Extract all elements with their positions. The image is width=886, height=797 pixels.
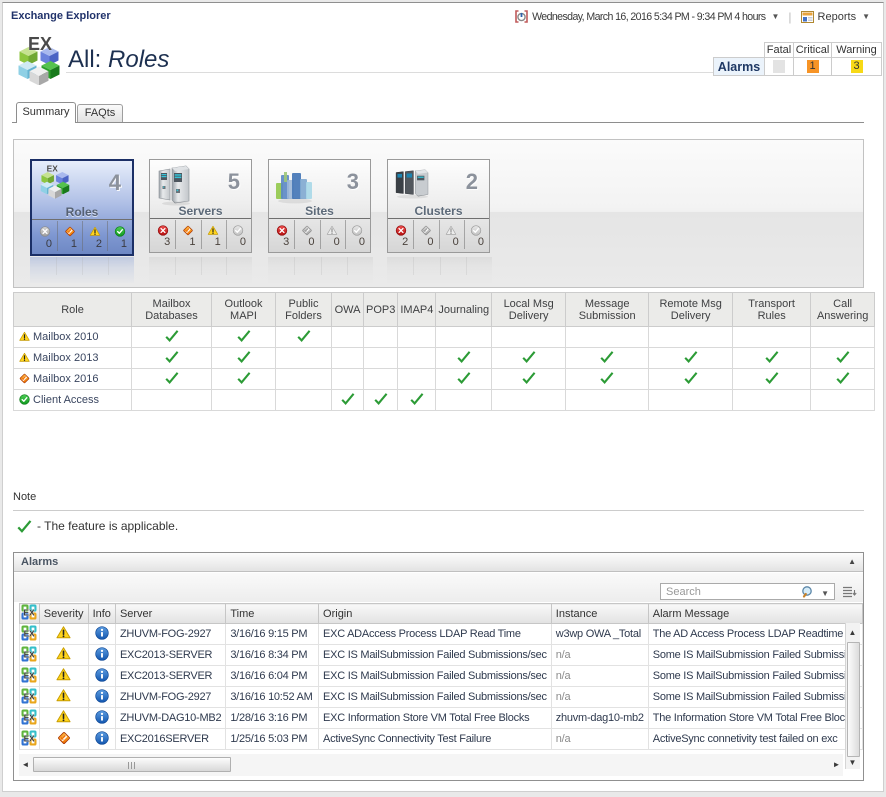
svg-text:EX: EX bbox=[24, 691, 35, 701]
svg-text:EX: EX bbox=[47, 163, 59, 173]
svg-text:EX: EX bbox=[24, 712, 35, 722]
svg-text:EX: EX bbox=[24, 608, 36, 618]
svg-text:EX: EX bbox=[24, 649, 35, 659]
svg-text:EX: EX bbox=[28, 35, 52, 54]
svg-text:EX: EX bbox=[24, 670, 35, 680]
svg-text:EX: EX bbox=[24, 733, 35, 743]
svg-text:EX: EX bbox=[24, 628, 35, 638]
